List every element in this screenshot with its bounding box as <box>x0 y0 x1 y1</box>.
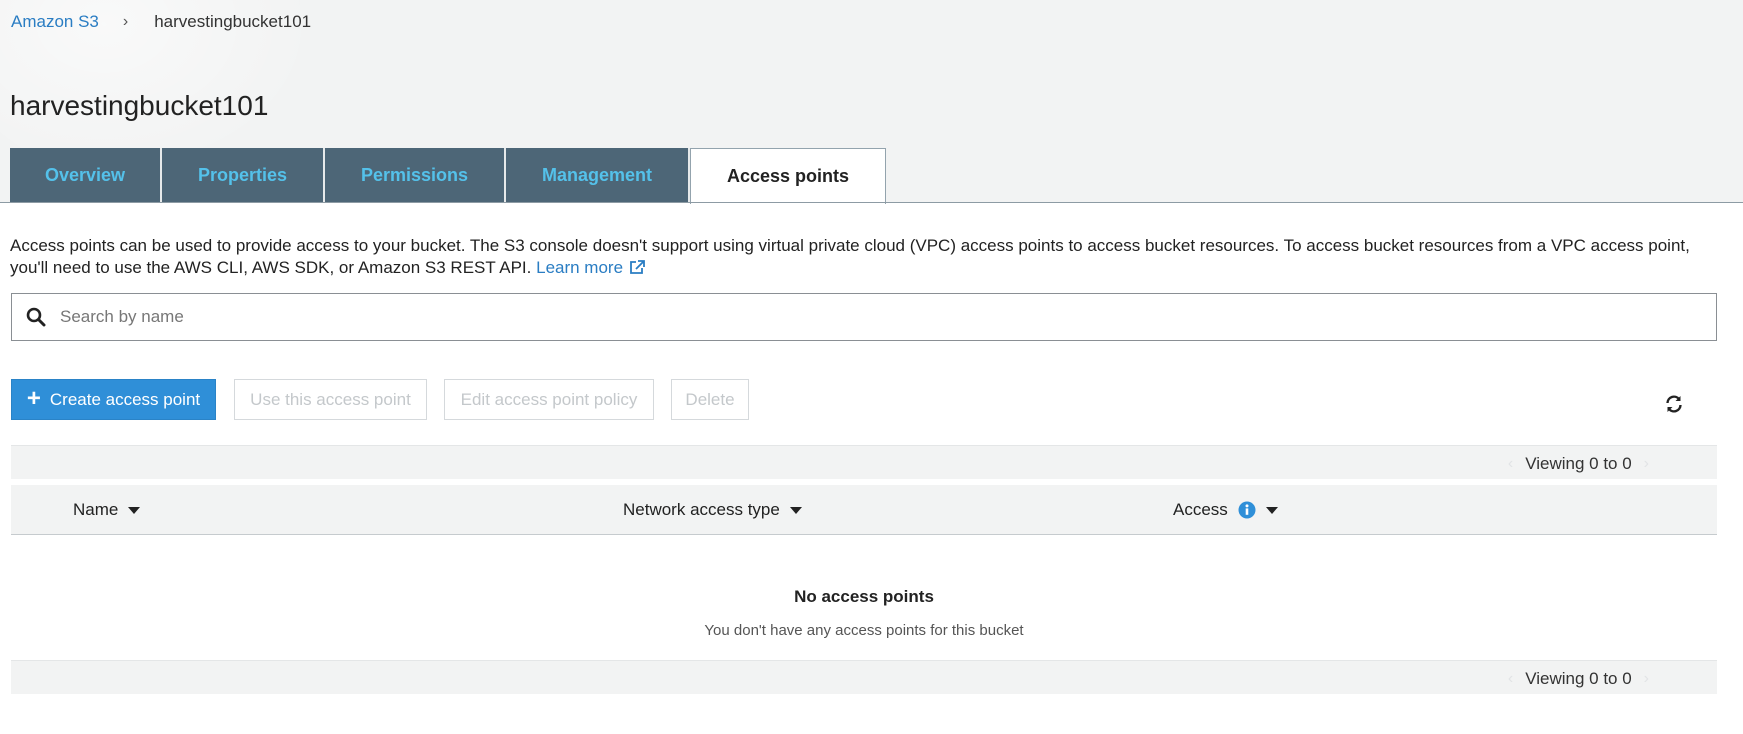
viewing-count-bottom: Viewing 0 to 0 <box>1525 669 1632 688</box>
tab-underline <box>0 202 1743 203</box>
column-label-network-access-type: Network access type <box>623 500 780 519</box>
search-input[interactable] <box>60 307 1700 327</box>
sort-caret-icon <box>789 506 802 514</box>
column-header-network-access-type[interactable]: Network access type <box>623 500 802 520</box>
refresh-icon[interactable] <box>1664 394 1684 419</box>
learn-more-link[interactable]: Learn more <box>536 258 645 277</box>
breadcrumb-current: harvestingbucket101 <box>154 12 312 31</box>
column-label-access: Access <box>1173 500 1228 519</box>
next-page-icon[interactable]: › <box>1644 670 1649 688</box>
plus-icon: + <box>26 384 41 412</box>
column-label-name: Name <box>73 500 119 519</box>
access-points-description: Access points can be used to provide acc… <box>10 235 1710 281</box>
table-header: Name Network access type Access <box>11 485 1717 535</box>
external-link-icon <box>629 259 645 281</box>
column-header-access[interactable]: Access <box>1173 500 1278 520</box>
sort-caret-icon <box>128 506 141 514</box>
create-access-point-label: Create access point <box>49 389 201 409</box>
pagination-top: ‹ Viewing 0 to 0 › <box>1496 454 1661 474</box>
prev-page-icon[interactable]: ‹ <box>1508 670 1513 688</box>
empty-state-subtitle: You don't have any access points for thi… <box>704 622 1024 639</box>
empty-state-title: No access points <box>794 587 934 606</box>
create-access-point-button[interactable]: + Create access point <box>11 379 216 420</box>
next-page-icon[interactable]: › <box>1644 455 1649 473</box>
search-icon <box>12 307 60 327</box>
pagination-bottom: ‹ Viewing 0 to 0 › <box>1496 669 1661 689</box>
tab-properties[interactable]: Properties <box>162 148 325 202</box>
edit-access-point-policy-button[interactable]: Edit access point policy <box>444 379 654 420</box>
tab-bar: Overview Properties Permissions Manageme… <box>10 148 886 204</box>
use-access-point-button[interactable]: Use this access point <box>234 379 427 420</box>
breadcrumb-amazon-s3-link[interactable]: Amazon S3 <box>11 12 99 32</box>
pagination-bar-bottom: ‹ Viewing 0 to 0 › <box>11 660 1717 694</box>
tab-permissions[interactable]: Permissions <box>325 148 506 202</box>
tab-overview[interactable]: Overview <box>10 148 162 202</box>
breadcrumb-separator: › <box>122 13 129 30</box>
page-header-area: Amazon S3 › harvestingbucket101 harvesti… <box>0 0 1743 204</box>
prev-page-icon[interactable]: ‹ <box>1508 455 1513 473</box>
breadcrumb: Amazon S3 › harvestingbucket101 <box>11 12 311 32</box>
viewing-count-top: Viewing 0 to 0 <box>1525 454 1632 473</box>
learn-more-label: Learn more <box>536 258 624 277</box>
info-icon[interactable] <box>1238 501 1256 519</box>
column-header-name[interactable]: Name <box>73 500 141 520</box>
delete-button[interactable]: Delete <box>671 379 749 420</box>
description-text: Access points can be used to provide acc… <box>10 236 1690 277</box>
pagination-bar-top: ‹ Viewing 0 to 0 › <box>11 445 1717 479</box>
sort-caret-icon <box>1265 506 1278 514</box>
tab-access-points[interactable]: Access points <box>690 148 886 204</box>
search-bar <box>11 293 1717 341</box>
page-title: harvestingbucket101 <box>10 90 269 121</box>
tab-management[interactable]: Management <box>506 148 690 202</box>
